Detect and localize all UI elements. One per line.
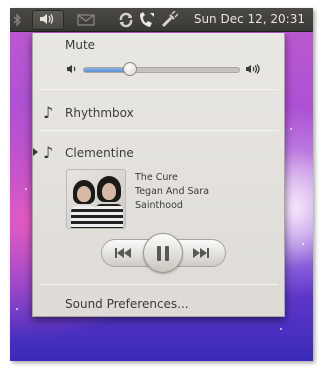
music-note-icon: ♪ bbox=[43, 143, 54, 162]
volume-low-icon bbox=[66, 64, 80, 77]
album-art bbox=[66, 169, 126, 229]
mail-icon[interactable] bbox=[76, 12, 96, 28]
volume-slider-knob[interactable] bbox=[123, 62, 138, 76]
music-note-icon: ♪ bbox=[43, 103, 54, 122]
active-player-arrow-icon bbox=[33, 148, 38, 156]
wallpaper-star bbox=[290, 128, 292, 130]
next-track-button[interactable] bbox=[193, 247, 213, 259]
wallpaper-star bbox=[280, 328, 282, 330]
pause-button[interactable] bbox=[143, 233, 183, 273]
track-album: Sainthood bbox=[135, 200, 183, 211]
mute-menu-item[interactable]: Mute bbox=[65, 38, 95, 52]
wallpaper-star bbox=[16, 308, 18, 310]
chat-icon[interactable] bbox=[138, 12, 156, 28]
volume-slider[interactable] bbox=[83, 67, 240, 73]
wallpaper-star bbox=[302, 243, 304, 245]
clock[interactable]: Sun Dec 12, 20:31 bbox=[194, 12, 305, 26]
network-icon[interactable] bbox=[118, 12, 134, 28]
speaker-icon bbox=[39, 13, 57, 28]
player-clementine[interactable]: Clementine bbox=[65, 146, 134, 160]
menu-separator bbox=[39, 130, 278, 131]
sound-preferences-item[interactable]: Sound Preferences... bbox=[65, 297, 189, 311]
desktop-screenshot: Sun Dec 12, 20:31 Mute ♪ Rhythmbox ♪ Cle… bbox=[10, 8, 313, 361]
power-icon[interactable] bbox=[160, 11, 178, 28]
sound-menu: Mute ♪ Rhythmbox ♪ Clementine The Cure T… bbox=[32, 33, 285, 317]
wallpaper-star bbox=[25, 188, 27, 190]
track-artist: The Cure bbox=[135, 172, 178, 183]
menu-separator bbox=[39, 284, 278, 285]
top-panel: Sun Dec 12, 20:31 bbox=[10, 8, 313, 32]
track-title: Tegan And Sara bbox=[135, 186, 210, 197]
player-rhythmbox[interactable]: Rhythmbox bbox=[65, 106, 134, 120]
volume-high-icon bbox=[245, 64, 261, 77]
sound-indicator-button[interactable] bbox=[32, 10, 64, 30]
menu-separator bbox=[39, 89, 278, 90]
bluetooth-icon[interactable] bbox=[12, 12, 22, 28]
previous-track-button[interactable] bbox=[115, 247, 135, 259]
